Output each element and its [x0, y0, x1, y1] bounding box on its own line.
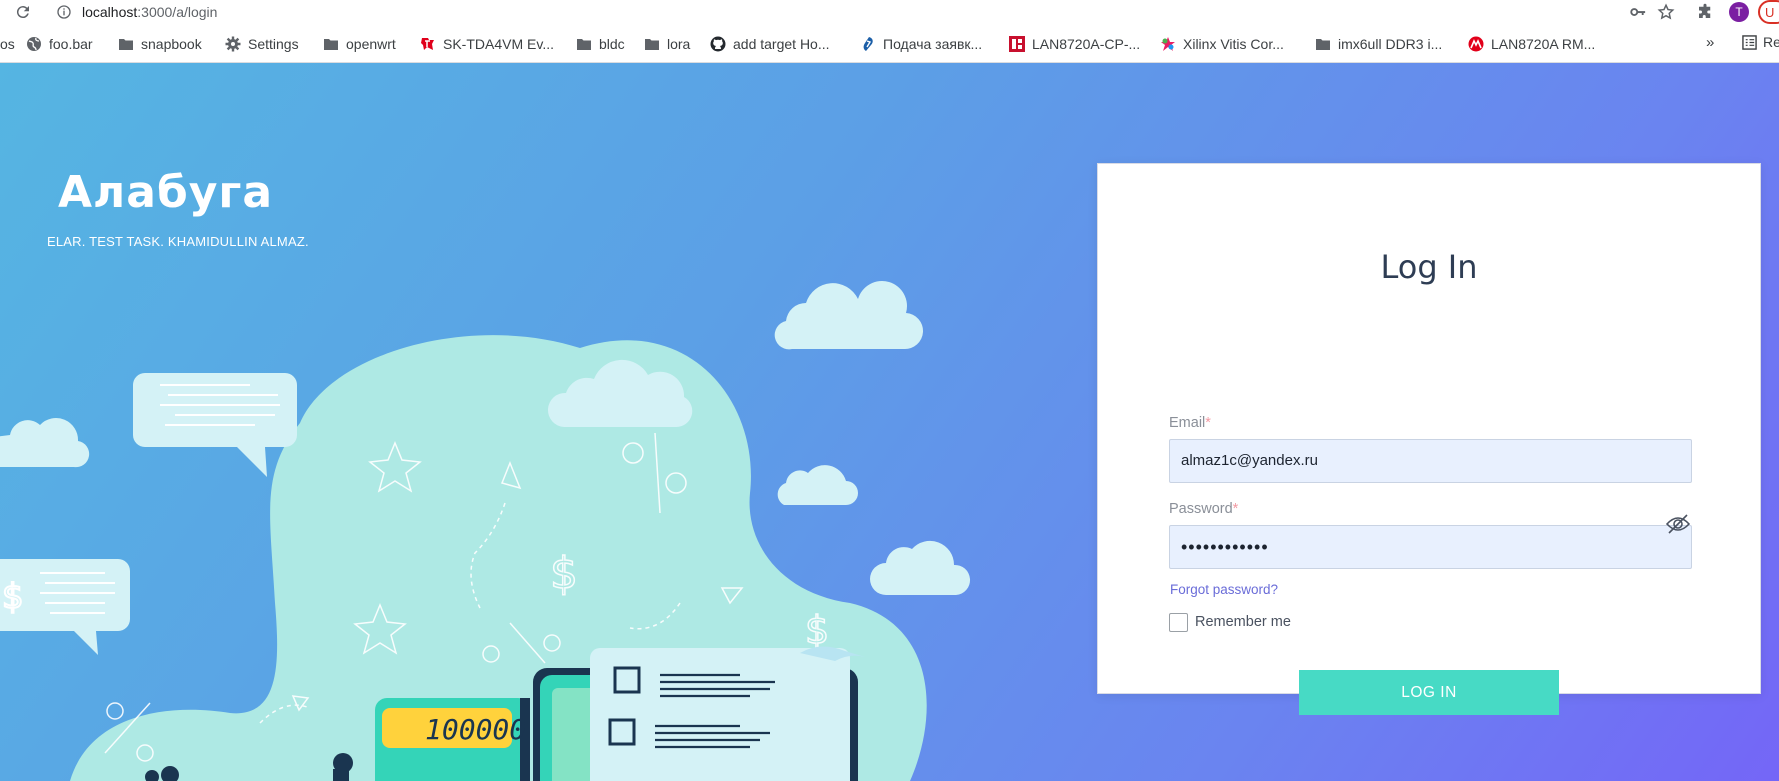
folder-icon: [645, 39, 659, 50]
bookmark-label: Подача заявк...: [883, 36, 983, 52]
bookmark-label: foo.bar: [49, 36, 93, 52]
bookmarks-overflow-button[interactable]: »: [1706, 34, 1714, 51]
reading-list-label: Re: [1763, 34, 1779, 50]
red-brand-icon: [1009, 36, 1025, 52]
bookmark-label: snapbook: [141, 36, 202, 52]
folder-icon: [1316, 39, 1330, 50]
bookmark-lora[interactable]: lora: [644, 34, 690, 54]
bookmark-label: os: [0, 36, 15, 52]
folder-icon: [577, 39, 591, 50]
email-label-text: Email: [1169, 415, 1206, 431]
reload-icon[interactable]: [14, 3, 32, 21]
bookmark-label: lora: [667, 36, 691, 52]
bookmark-label: Xilinx Vitis Cor...: [1183, 36, 1284, 52]
svg-text:$: $: [805, 608, 829, 652]
bookmark-label: imx6ull DDR3 i...: [1338, 36, 1443, 52]
bookmark-label: add target Ho...: [733, 36, 830, 52]
bookmark-sk-tda4vm[interactable]: SK-TDA4VM Ev...: [420, 34, 554, 54]
bookmark-imx6ull[interactable]: imx6ull DDR3 i...: [1315, 34, 1442, 54]
remember-me-label[interactable]: Remember me: [1195, 614, 1291, 630]
password-label: Password*: [1169, 501, 1238, 517]
ti-logo-icon: [421, 38, 434, 50]
cloud-icon: [777, 465, 858, 505]
cloud-icon: [870, 540, 971, 595]
speech-bubble-icon: $: [0, 559, 130, 655]
bookmark-label: SK-TDA4VM Ev...: [443, 36, 554, 52]
reading-list-icon: [1742, 34, 1757, 50]
bookmark-label: openwrt: [346, 36, 396, 52]
speech-bubble-icon: [133, 373, 297, 477]
cloud-icon: [774, 281, 924, 350]
bookmark-bldc[interactable]: bldc: [576, 34, 625, 54]
brand-subtitle: ELAR. TEST TASK. KHAMIDULLIN ALMAZ.: [47, 234, 309, 249]
bookmarks-bar: os foo.bar snapbook Settings openwrt SK-…: [0, 25, 1779, 63]
bookmark-label: Settings: [248, 36, 299, 52]
puzzle-icon[interactable]: [1696, 3, 1714, 21]
url-host: localhost: [82, 4, 138, 20]
forgot-password-link[interactable]: Forgot password?: [1170, 582, 1278, 597]
key-icon[interactable]: [1629, 3, 1647, 21]
bookmark-os[interactable]: os: [0, 34, 15, 54]
folder-icon: [324, 39, 338, 50]
brand-title: Алабуга: [58, 167, 274, 218]
brand-icon: [863, 37, 873, 51]
email-field[interactable]: almaz1c@yandex.ru: [1169, 439, 1692, 483]
github-icon: [710, 36, 726, 52]
browser-toolbar: localhost:3000/a/login T U: [0, 0, 1779, 25]
login-title: Log In: [1380, 248, 1478, 286]
remember-me-checkbox[interactable]: [1169, 613, 1188, 632]
bookmark-openwrt[interactable]: openwrt: [323, 34, 396, 54]
info-icon[interactable]: [56, 4, 72, 20]
address-bar[interactable]: localhost:3000/a/login: [44, 0, 1734, 24]
profile-avatar[interactable]: T: [1729, 2, 1749, 22]
login-button[interactable]: LOG IN: [1299, 670, 1559, 715]
url-text: localhost:3000/a/login: [82, 4, 217, 20]
xilinx-icon: [1161, 37, 1175, 51]
update-button[interactable]: U: [1758, 0, 1779, 24]
required-mark: *: [1232, 501, 1239, 517]
folder-icon: [119, 39, 133, 50]
gear-icon: [225, 36, 241, 52]
password-label-text: Password: [1169, 501, 1233, 517]
bookmark-lan8720a-cp[interactable]: LAN8720A-CP-...: [1009, 34, 1140, 54]
reading-list-button[interactable]: Re: [1742, 34, 1779, 50]
bookmark-label: bldc: [599, 36, 625, 52]
svg-text:$: $: [2, 577, 24, 617]
password-field[interactable]: ••••••••••••: [1169, 525, 1692, 569]
microchip-icon: [1468, 36, 1484, 52]
calculator-display: 100000: [425, 713, 526, 746]
bookmark-xilinx[interactable]: Xilinx Vitis Cor...: [1160, 34, 1284, 54]
login-card: Log In Email* almaz1c@yandex.ru Password…: [1097, 163, 1761, 715]
bookmark-settings[interactable]: Settings: [225, 34, 299, 54]
calculator-icon: 100000: [375, 698, 530, 781]
globe-icon: [27, 37, 41, 51]
svg-text:$: $: [550, 548, 578, 599]
cloud-icon: [0, 418, 90, 468]
bookmark-snapbook[interactable]: snapbook: [118, 34, 202, 54]
bookmark-label: LAN8720A-CP-...: [1032, 36, 1141, 52]
bookmark-add-target[interactable]: add target Ho...: [710, 34, 830, 54]
bookmark-podacha[interactable]: Подача заявк...: [860, 34, 982, 54]
url-path: :3000/a/login: [137, 4, 218, 20]
star-icon[interactable]: [1657, 3, 1675, 21]
bookmark-foo-bar[interactable]: foo.bar: [26, 34, 93, 54]
bookmark-lan8720a-rm[interactable]: LAN8720A RM...: [1468, 34, 1595, 54]
required-mark: *: [1205, 415, 1211, 431]
email-label: Email*: [1169, 415, 1211, 431]
eye-off-icon[interactable]: [1665, 513, 1691, 535]
login-page-background: $ $ $ 100000 Алабуга ELAR. TEST TASK. KH…: [0, 63, 1779, 781]
bookmark-label: LAN8720A RM...: [1491, 36, 1596, 52]
